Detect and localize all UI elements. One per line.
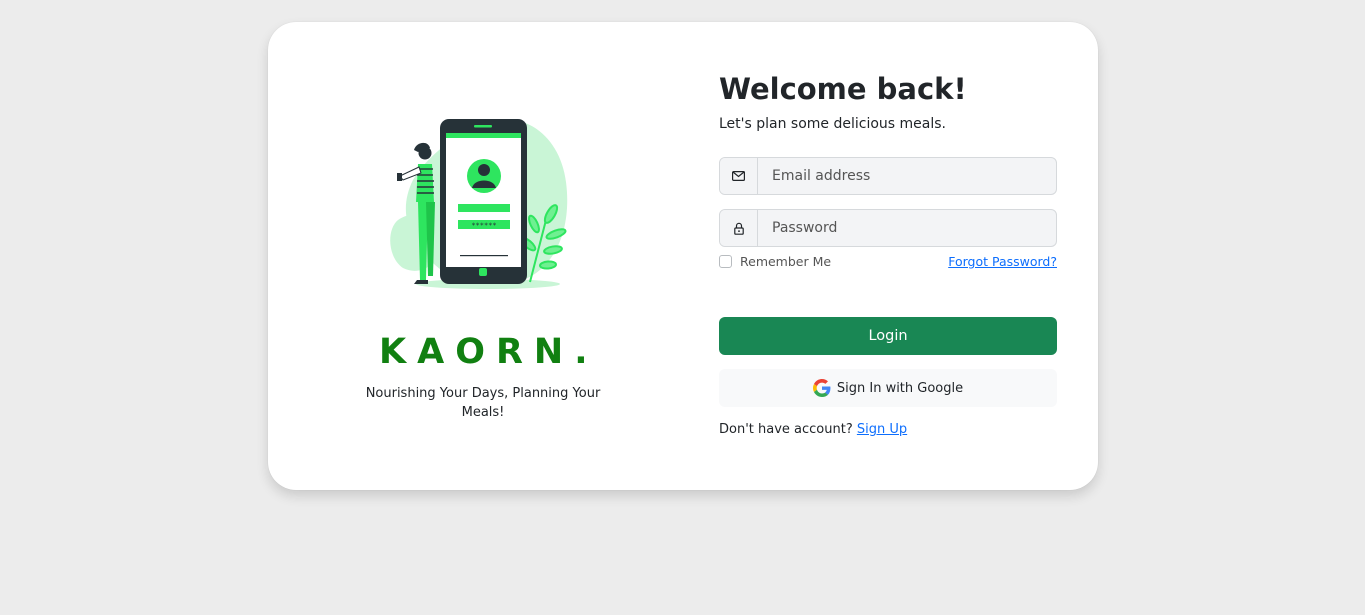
password-input-group bbox=[719, 209, 1057, 247]
signup-link[interactable]: Sign Up bbox=[857, 422, 907, 437]
phone-login-illustration: ****** bbox=[390, 119, 568, 289]
lock-icon bbox=[720, 210, 758, 246]
brand-tagline: Nourishing Your Days, Planning Your Meal… bbox=[365, 386, 601, 420]
email-input-group bbox=[719, 157, 1057, 195]
login-button[interactable]: Login bbox=[719, 317, 1057, 355]
login-card: ****** KAORN. Nourishing Your Days, Plan… bbox=[268, 22, 1098, 490]
google-signin-button[interactable]: Sign In with Google bbox=[719, 369, 1057, 407]
signup-row: Don't have account? Sign Up bbox=[719, 422, 907, 437]
google-icon bbox=[812, 379, 831, 397]
password-input[interactable] bbox=[758, 210, 1056, 246]
page-title: Welcome back! bbox=[719, 72, 967, 106]
remember-me-label[interactable]: Remember Me bbox=[740, 254, 831, 269]
remember-me-row: Remember Me bbox=[719, 254, 831, 269]
google-signin-label: Sign In with Google bbox=[836, 380, 964, 396]
page-subtitle: Let's plan some delicious meals. bbox=[719, 116, 947, 132]
mail-icon bbox=[720, 158, 758, 194]
no-account-text: Don't have account? bbox=[719, 422, 853, 437]
password-mask-text: ****** bbox=[471, 222, 496, 230]
remember-me-checkbox[interactable] bbox=[719, 255, 732, 268]
email-input[interactable] bbox=[758, 158, 1056, 194]
forgot-password-link[interactable]: Forgot Password? bbox=[948, 254, 1057, 269]
brand-logo-text: KAORN. bbox=[379, 332, 599, 372]
